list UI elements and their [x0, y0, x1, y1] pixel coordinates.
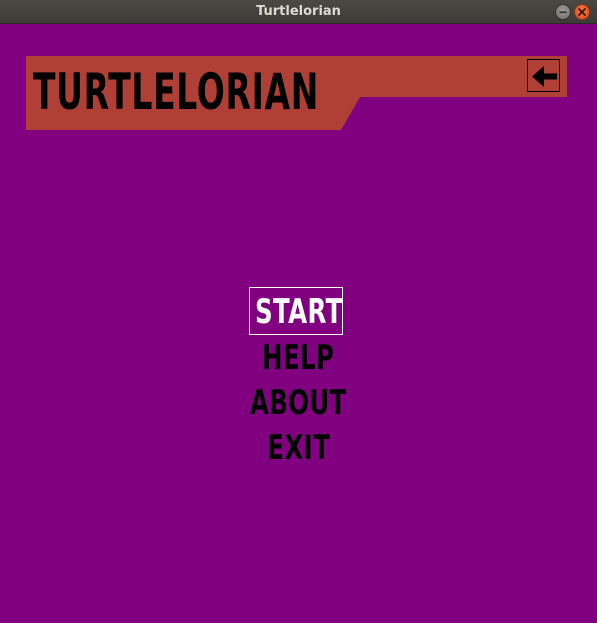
menu-item-label: ABOUT: [250, 383, 347, 423]
menu-item-label: HELP: [262, 338, 335, 378]
game-canvas: TURTLELORIAN START HELP ABOUT EXIT: [0, 24, 597, 623]
menu-item-exit[interactable]: EXIT: [0, 425, 597, 471]
window-titlebar[interactable]: Turtlelorian: [0, 0, 597, 24]
menu-item-about[interactable]: ABOUT: [0, 380, 597, 426]
close-icon: [578, 8, 586, 16]
minimize-icon: [559, 11, 567, 14]
window-title: Turtlelorian: [256, 4, 341, 19]
close-button[interactable]: [574, 4, 590, 20]
left-arrow-icon: [532, 66, 557, 87]
menu-item-label: START: [254, 292, 343, 332]
back-button[interactable]: [527, 59, 560, 92]
minimize-button[interactable]: [555, 4, 571, 20]
game-title: TURTLELORIAN: [33, 63, 319, 121]
menu-item-help[interactable]: HELP: [0, 335, 597, 381]
menu-item-start[interactable]: START: [0, 289, 597, 335]
menu-item-label: EXIT: [267, 428, 330, 468]
app-window: Turtlelorian TURTLELORIAN START HELP ABO…: [0, 0, 597, 623]
